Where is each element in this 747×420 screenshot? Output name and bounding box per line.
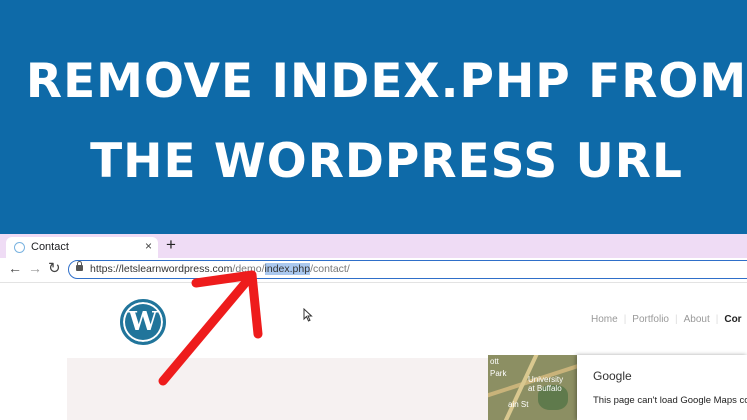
annotation-arrow-icon [158, 270, 263, 386]
